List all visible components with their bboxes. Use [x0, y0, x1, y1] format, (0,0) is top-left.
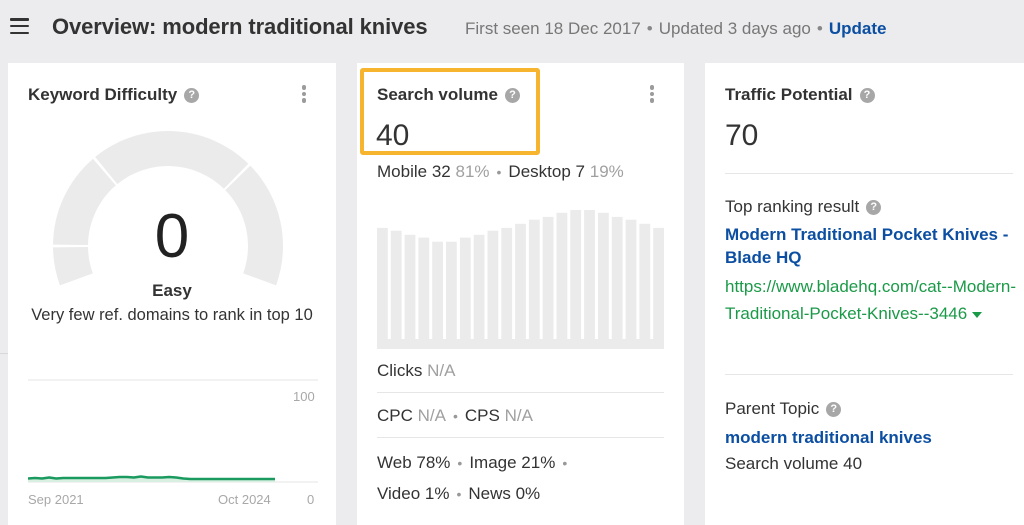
update-link[interactable]: Update — [829, 19, 887, 38]
serp-types-row-1: Web 78% • Image 21% • — [377, 453, 574, 473]
help-icon[interactable]: ? — [859, 87, 875, 103]
trend-bar — [515, 223, 526, 348]
difficulty-level-label: Easy — [152, 281, 192, 300]
search-volume-value: 40 — [376, 119, 410, 152]
cpc-label: CPC — [377, 406, 413, 425]
help-icon[interactable]: ? — [866, 199, 882, 215]
mobile-percent: 81% — [455, 162, 490, 181]
parent-topic-link[interactable]: modern traditional knives — [725, 426, 1015, 449]
trend-bar — [625, 219, 637, 348]
separator-dot: • — [452, 408, 458, 424]
chart-scrollbar[interactable] — [377, 339, 664, 349]
clicks-row: Clicks N/A — [377, 361, 455, 381]
web-share: Web 78% — [377, 453, 451, 472]
more-options-icon[interactable] — [301, 85, 307, 105]
separator-dot: • — [456, 486, 462, 502]
image-share: Image 21% — [469, 453, 556, 472]
help-icon[interactable]: ? — [184, 87, 200, 103]
separator-dot: • — [457, 455, 463, 471]
cpc-row: CPC N/A • CPS N/A — [377, 406, 533, 426]
trend-bar — [501, 227, 513, 348]
x-axis-start-label: Sep 2021 — [28, 492, 84, 507]
divider — [725, 374, 1013, 375]
search-volume-title: Search volume ? — [377, 85, 520, 105]
top-result-url-link[interactable]: https://www.bladehq.com/cat--Modern-Trad… — [725, 273, 1017, 327]
updated-text: Updated 3 days ago — [658, 19, 811, 38]
trend-bar — [570, 210, 582, 348]
more-options-icon[interactable] — [649, 85, 655, 105]
traffic-potential-value: 70 — [725, 119, 759, 152]
separator-dot: • — [816, 19, 823, 38]
parent-topic-label: Parent Topic ? — [725, 399, 842, 419]
keyword-difficulty-label: Keyword Difficulty — [28, 85, 178, 104]
divider — [0, 353, 8, 354]
trend-bar — [432, 241, 443, 348]
clicks-label: Clicks — [377, 361, 423, 380]
trend-bar — [418, 237, 430, 348]
keyword-difficulty-title: Keyword Difficulty ? — [28, 85, 200, 105]
trend-bar — [377, 227, 388, 348]
page-header: Overview: modern traditional knives Firs… — [0, 0, 1024, 60]
divider — [377, 437, 664, 438]
divider — [725, 173, 1013, 174]
trend-bar — [653, 227, 664, 348]
search-volume-label: Search volume — [377, 85, 498, 104]
search-volume-card: Search volume ? 40 Mobile 32 81% • Desktop… — [357, 63, 684, 525]
caret-down-icon[interactable] — [972, 311, 983, 318]
traffic-potential-title: Traffic Potential ? — [725, 85, 875, 105]
difficulty-description: Very few ref. domains to rank in top 10 — [31, 306, 313, 324]
desktop-label: Desktop — [508, 162, 571, 181]
trend-bar — [528, 219, 540, 348]
gauge-segment — [95, 130, 249, 189]
top-result-title-link[interactable]: Modern Traditional Pocket Knives - Blade… — [725, 223, 1015, 269]
trend-bar — [542, 216, 554, 348]
trend-bar — [584, 210, 595, 348]
keyword-difficulty-card: Keyword Difficulty ? 0 Easy Very few ref… — [8, 63, 336, 525]
parent-topic-search-volume: Search volume 40 — [725, 454, 863, 473]
top-ranking-label: Top ranking result ? — [725, 197, 882, 217]
difficulty-line — [28, 475, 275, 481]
trend-bar — [390, 230, 402, 348]
search-volume-trend-chart — [377, 210, 664, 348]
help-icon[interactable]: ? — [504, 87, 520, 103]
keyword-difficulty-value: 0 — [154, 202, 190, 271]
trend-bar — [639, 223, 651, 348]
separator-dot: • — [562, 455, 568, 471]
serp-types-row-2: Video 1% • News 0% — [377, 484, 540, 504]
trend-bar — [598, 212, 609, 348]
help-icon[interactable]: ? — [826, 401, 842, 417]
mobile-value: 32 — [431, 162, 451, 181]
traffic-potential-label: Traffic Potential — [725, 85, 853, 104]
trend-bar — [446, 241, 457, 348]
trend-bar — [487, 230, 499, 348]
trend-bar — [611, 216, 623, 348]
hamburger-menu-icon[interactable] — [10, 18, 29, 35]
page-meta: First seen 18 Dec 2017 • Updated 3 days ag… — [465, 19, 886, 39]
trend-bar — [473, 234, 485, 348]
first-seen-text: First seen 18 Dec 2017 — [465, 19, 641, 38]
x-axis-end-label: Oct 2024 — [218, 492, 271, 507]
mobile-label: Mobile — [377, 162, 428, 181]
divider — [377, 392, 664, 393]
desktop-percent: 19% — [589, 162, 624, 181]
video-share: Video 1% — [377, 484, 450, 503]
y-axis-max-label: 100 — [293, 389, 315, 404]
separator-dot: • — [646, 19, 653, 38]
clicks-value: N/A — [427, 361, 456, 380]
y-axis-min-label: 0 — [307, 492, 315, 507]
trend-bar — [556, 212, 568, 348]
parent-topic-text: Parent Topic — [725, 399, 820, 418]
news-share: News 0% — [468, 484, 541, 503]
trend-bar — [459, 237, 471, 348]
desktop-value: 7 — [575, 162, 585, 181]
cps-value: N/A — [504, 406, 533, 425]
device-split: Mobile 32 81% • Desktop 7 19% — [377, 162, 624, 182]
cpc-value: N/A — [417, 406, 446, 425]
trend-bar — [404, 234, 416, 348]
top-ranking-text: Top ranking result — [725, 197, 860, 216]
separator-dot: • — [496, 164, 502, 180]
page-title: Overview: modern traditional knives — [52, 14, 428, 39]
traffic-potential-card: Traffic Potential ? 70 Top ranking resul… — [705, 63, 1024, 525]
cps-label: CPS — [464, 406, 500, 425]
